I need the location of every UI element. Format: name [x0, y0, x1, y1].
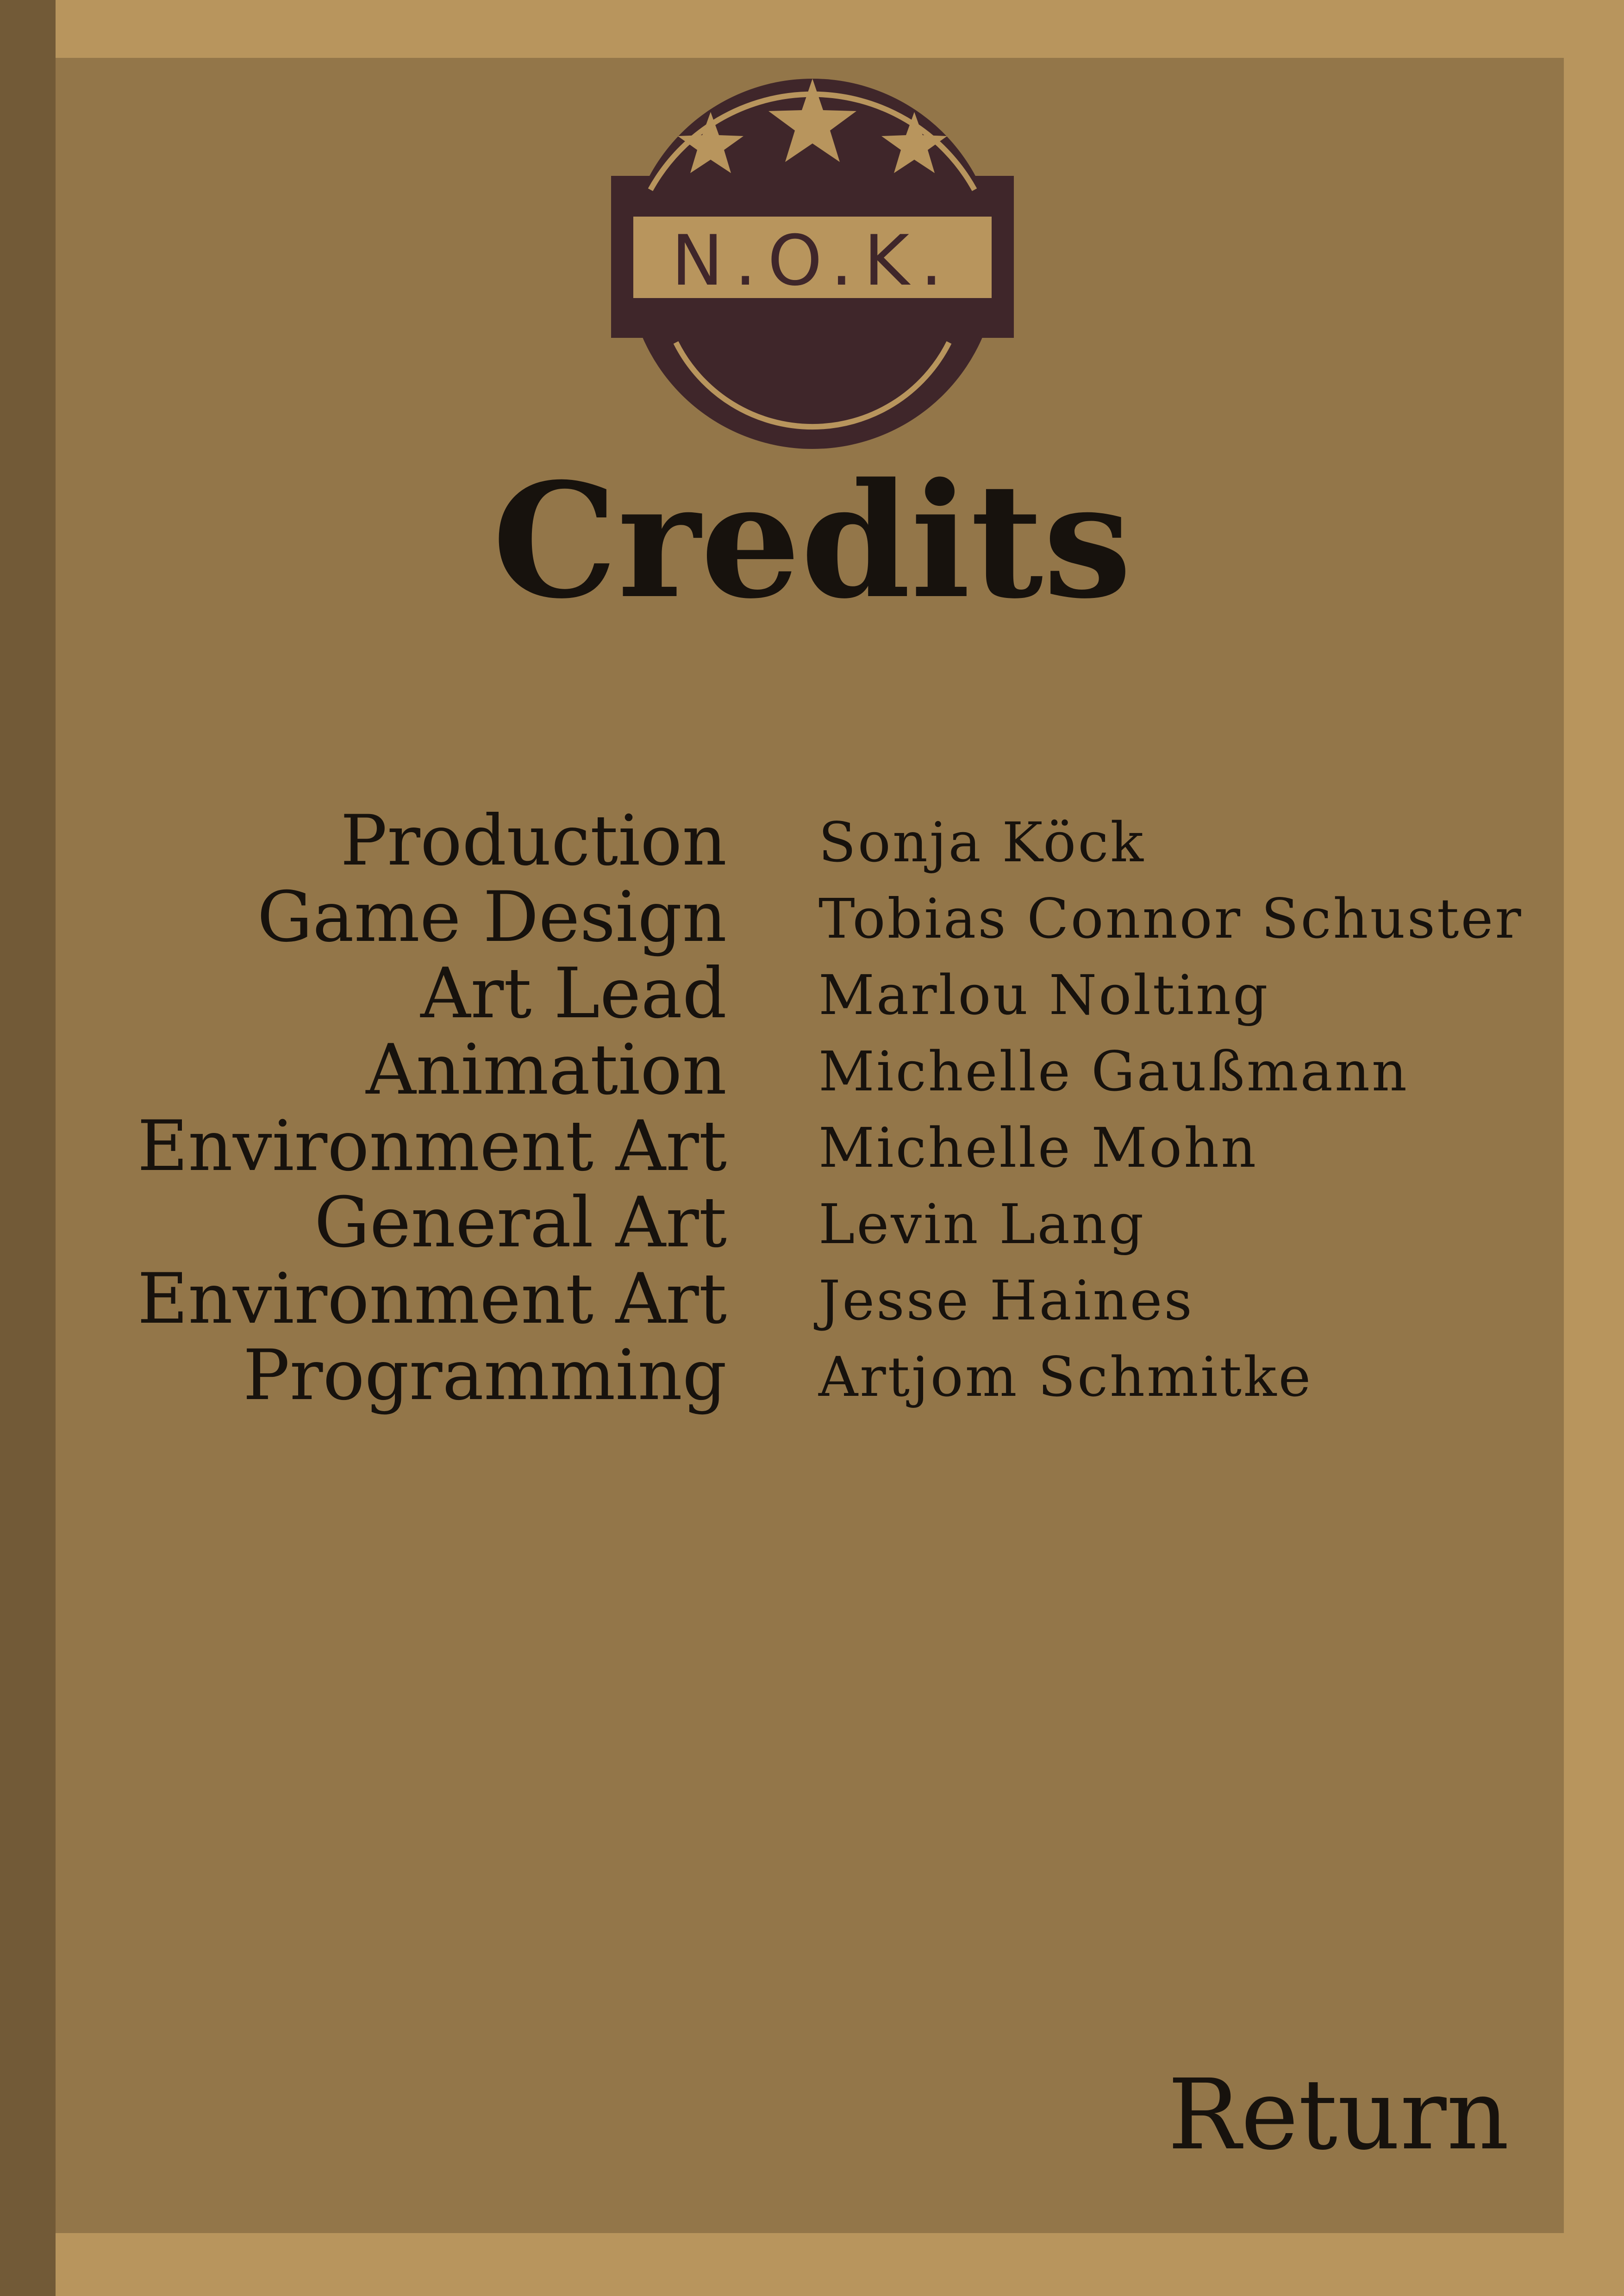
credit-row: Environment Art Michelle Mohn	[0, 1108, 1624, 1185]
nok-emblem-logo: N.O.K.	[611, 79, 1014, 449]
credit-role: Art Lead	[420, 953, 727, 1034]
credit-row: Animation Michelle Gaußmann	[0, 1032, 1624, 1108]
credit-role: Environment Art	[137, 1259, 727, 1339]
credit-role: Production	[340, 801, 727, 881]
credit-role: Animation	[366, 1030, 727, 1110]
frame-top-border	[56, 0, 1624, 58]
credit-row: Programming Artjom Schmitke	[0, 1338, 1624, 1414]
credit-role: General Art	[314, 1182, 727, 1263]
credit-person: Levin Lang	[818, 1192, 1146, 1256]
credit-person: Artjom Schmitke	[818, 1345, 1313, 1409]
credit-person: Tobias Connor Schuster	[818, 887, 1523, 951]
credit-person: Marlou Nolting	[818, 963, 1270, 1027]
return-button[interactable]: Return	[1130, 2055, 1509, 2175]
credit-person: Sonja Köck	[818, 810, 1145, 874]
page-title: Credits	[492, 449, 1132, 634]
credit-person: Jesse Haines	[818, 1269, 1194, 1332]
credit-row: Art Lead Marlou Nolting	[0, 956, 1624, 1032]
credit-role: Programming	[243, 1335, 727, 1416]
credit-person: Michelle Gaußmann	[818, 1039, 1409, 1103]
credit-row: Environment Art Jesse Haines	[0, 1261, 1624, 1338]
credit-row: Game Design Tobias Connor Schuster	[0, 879, 1624, 956]
frame-bottom-border	[56, 2233, 1624, 2296]
credit-person: Michelle Mohn	[818, 1116, 1258, 1180]
credit-role: Environment Art	[137, 1106, 727, 1187]
credit-row: General Art Levin Lang	[0, 1185, 1624, 1261]
credit-row: Production Sonja Köck	[0, 803, 1624, 879]
logo-text: N.O.K.	[671, 221, 954, 301]
credit-role: Game Design	[257, 877, 727, 958]
